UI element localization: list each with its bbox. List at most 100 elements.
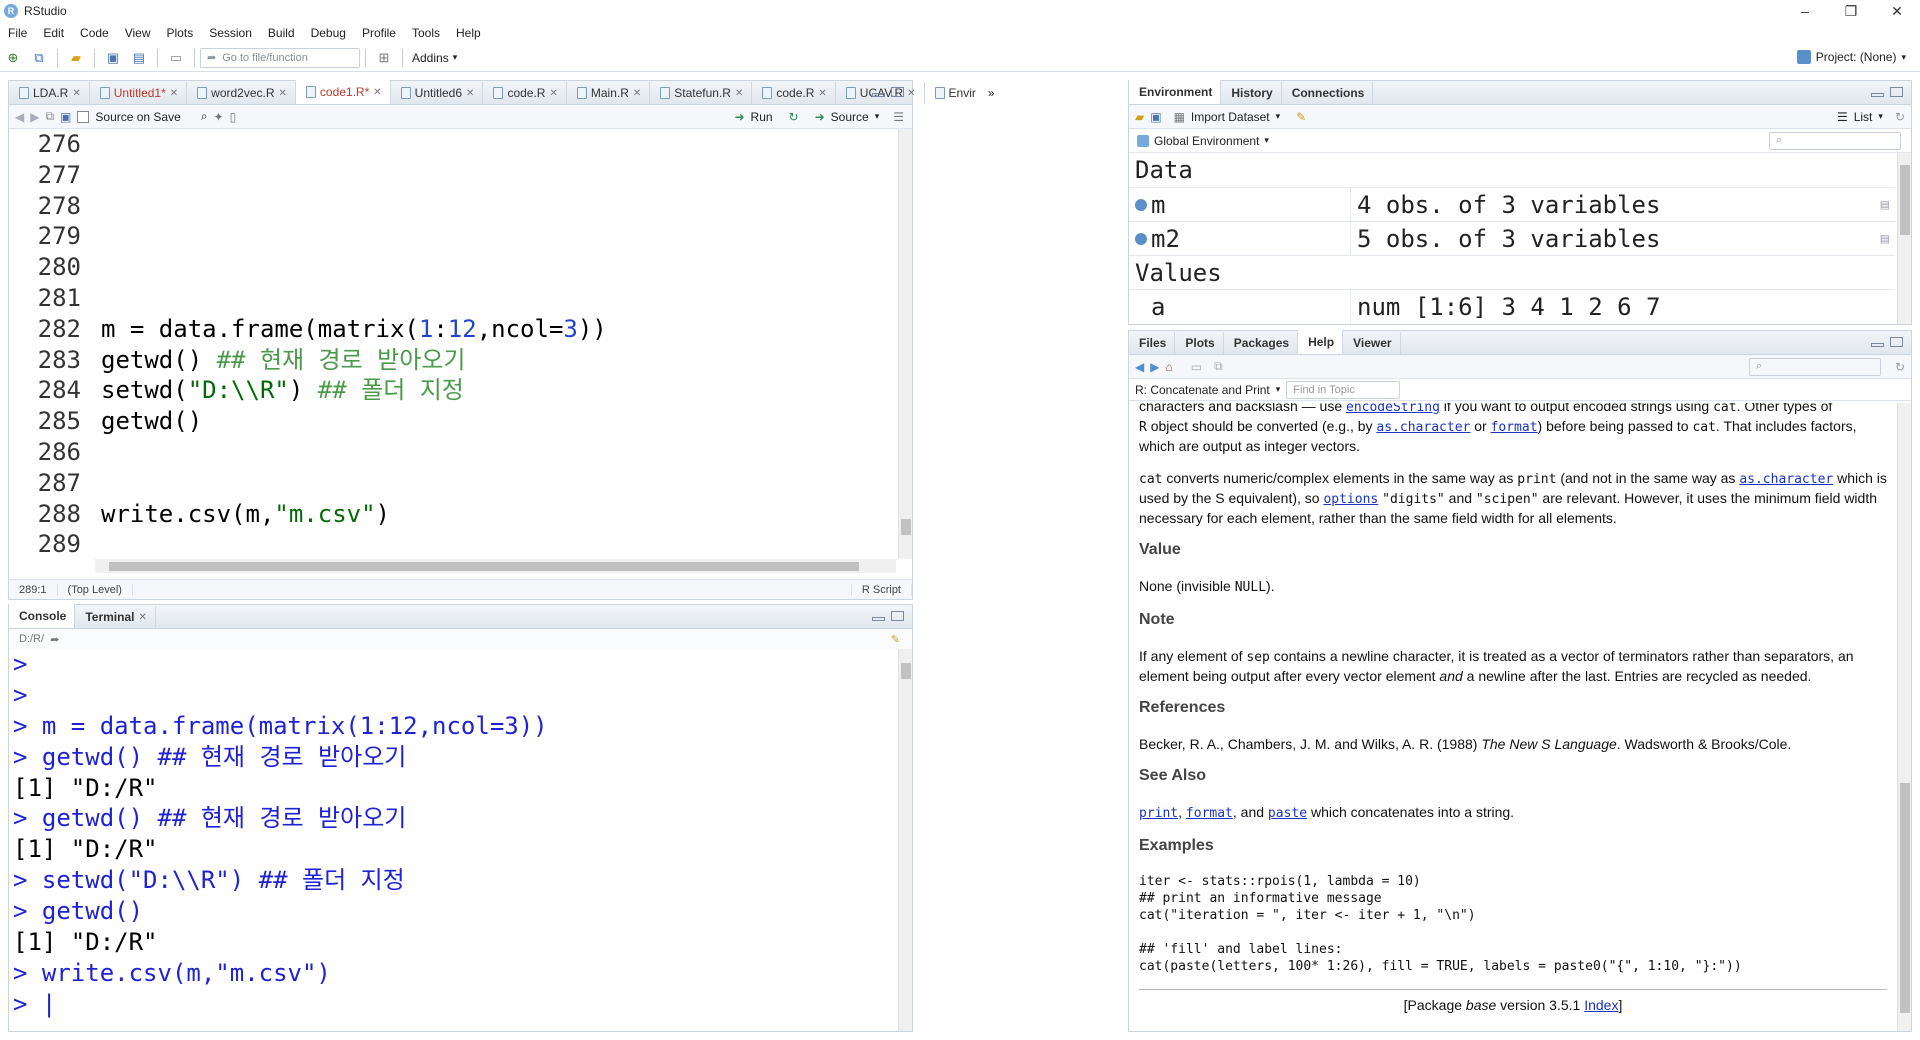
more-tabs-icon[interactable]: » bbox=[984, 86, 995, 100]
outline-icon[interactable]: ☰ bbox=[893, 110, 904, 124]
run-button[interactable]: Run bbox=[751, 110, 773, 124]
tab-help[interactable]: Help bbox=[1298, 330, 1344, 354]
close-icon[interactable]: ✕ bbox=[735, 88, 743, 99]
maximize-pane-icon[interactable] bbox=[1890, 337, 1903, 347]
close-icon[interactable]: ✕ bbox=[466, 88, 474, 99]
tab-terminal[interactable]: Terminal ✕ bbox=[75, 606, 156, 628]
broom-icon[interactable]: ✎ bbox=[1296, 110, 1306, 124]
expand-icon[interactable] bbox=[1135, 198, 1147, 211]
menu-view[interactable]: View bbox=[117, 26, 159, 40]
menu-profile[interactable]: Profile bbox=[354, 26, 404, 40]
environment-vertical-scrollbar[interactable] bbox=[1897, 153, 1911, 324]
tab-connections[interactable]: Connections bbox=[1282, 82, 1374, 104]
close-icon[interactable]: ✕ bbox=[72, 88, 80, 99]
menu-tools[interactable]: Tools bbox=[404, 26, 448, 40]
save-workspace-icon[interactable]: ▣ bbox=[1150, 110, 1161, 124]
source-on-save-checkbox[interactable] bbox=[77, 110, 90, 123]
refresh-icon[interactable]: ↻ bbox=[1895, 360, 1905, 374]
editor-horizontal-scrollbar[interactable] bbox=[95, 559, 896, 573]
list-view-selector[interactable]: List bbox=[1854, 110, 1873, 124]
goto-directory-icon[interactable]: ➦ bbox=[50, 633, 59, 646]
menu-build[interactable]: Build bbox=[260, 26, 303, 40]
grid-layout-icon[interactable]: ⊞ bbox=[373, 48, 395, 68]
environment-scope-selector[interactable]: Global Environment bbox=[1154, 134, 1259, 148]
console-prompt[interactable]: > | bbox=[13, 989, 894, 1020]
view-table-icon[interactable]: ▤ bbox=[1881, 222, 1895, 255]
goto-file-input[interactable]: ➦ Go to file/function bbox=[200, 47, 360, 68]
clear-console-icon[interactable]: ✎ bbox=[891, 633, 912, 646]
help-link[interactable]: format bbox=[1186, 806, 1233, 821]
tab-code1[interactable]: code1.R* ✕ bbox=[295, 80, 391, 104]
compile-report-icon[interactable]: ▯ bbox=[230, 110, 237, 124]
code-editor[interactable]: m = data.frame(matrix(1:12,ncol=3)) getw… bbox=[101, 129, 896, 559]
help-topic-selector[interactable]: R: Concatenate and Print bbox=[1135, 383, 1270, 397]
tab-files[interactable]: Files bbox=[1129, 332, 1176, 354]
list-item[interactable]: m2 5 obs. of 3 variables ▤ bbox=[1129, 221, 1895, 255]
file-type-selector[interactable]: R Script bbox=[850, 583, 912, 596]
index-link[interactable]: Index bbox=[1584, 997, 1618, 1013]
new-file-icon[interactable]: ⊕ bbox=[2, 48, 24, 68]
minimize-pane-icon[interactable] bbox=[872, 617, 885, 621]
tab-plots[interactable]: Plots bbox=[1175, 332, 1224, 354]
maximize-pane-icon[interactable] bbox=[891, 611, 904, 621]
tab-viewer[interactable]: Viewer bbox=[1343, 332, 1401, 354]
tab-untitled6[interactable]: Untitled6 ✕ bbox=[391, 82, 484, 104]
close-icon[interactable]: ✕ bbox=[818, 88, 826, 99]
tab-packages[interactable]: Packages bbox=[1224, 332, 1299, 354]
find-in-topic-input[interactable]: Find in Topic bbox=[1286, 380, 1401, 399]
tab-history[interactable]: History bbox=[1221, 82, 1282, 104]
tab-environment[interactable]: Environment bbox=[1129, 80, 1222, 104]
view-table-icon[interactable]: ▤ bbox=[1881, 188, 1895, 221]
tab-untitled1[interactable]: Untitled1* ✕ bbox=[90, 82, 188, 104]
help-link[interactable]: as.character bbox=[1376, 420, 1470, 435]
minimize-pane-icon[interactable] bbox=[1871, 93, 1884, 97]
console-vertical-scrollbar[interactable] bbox=[898, 649, 912, 1031]
scope-selector[interactable]: (Top Level) bbox=[58, 583, 133, 596]
forward-arrow-icon[interactable]: ▶ bbox=[30, 110, 39, 124]
menu-help[interactable]: Help bbox=[448, 26, 489, 40]
forward-arrow-icon[interactable]: ▶ bbox=[1150, 360, 1159, 374]
save-icon[interactable]: ▣ bbox=[60, 110, 71, 124]
tab-code[interactable]: code.R ✕ bbox=[483, 82, 567, 104]
print-icon[interactable]: ▭ bbox=[1191, 360, 1202, 374]
tab-envir[interactable]: Envir bbox=[925, 82, 984, 104]
addins-menu[interactable]: Addins bbox=[408, 51, 453, 65]
help-link[interactable]: as.character bbox=[1739, 472, 1833, 487]
back-arrow-icon[interactable]: ◀ bbox=[1135, 360, 1144, 374]
show-in-window-icon[interactable]: ⧉ bbox=[1214, 359, 1223, 374]
help-vertical-scrollbar[interactable] bbox=[1897, 403, 1911, 1031]
help-link[interactable]: format bbox=[1491, 420, 1538, 435]
tab-statefun[interactable]: Statefun.R ✕ bbox=[650, 82, 753, 104]
tab-lda[interactable]: LDA.R ✕ bbox=[9, 82, 90, 104]
load-workspace-icon[interactable]: ▰ bbox=[1135, 110, 1144, 124]
code-tools-icon[interactable]: ✦ bbox=[214, 110, 224, 124]
menu-plots[interactable]: Plots bbox=[159, 26, 202, 40]
save-icon[interactable]: ▣ bbox=[102, 48, 124, 68]
minimize-pane-icon[interactable] bbox=[1871, 343, 1884, 347]
minimize-button[interactable]: – bbox=[1782, 0, 1828, 22]
source-button[interactable]: Source bbox=[831, 110, 869, 124]
minimize-pane-icon[interactable] bbox=[872, 93, 885, 97]
project-menu[interactable]: Project: (None) ▾ bbox=[1796, 50, 1906, 64]
rerun-icon[interactable]: ↻ bbox=[789, 110, 799, 124]
menu-file[interactable]: File bbox=[0, 26, 35, 40]
editor-vertical-scrollbar[interactable] bbox=[898, 129, 912, 559]
import-dataset-button[interactable]: Import Dataset bbox=[1191, 110, 1270, 124]
maximize-pane-icon[interactable] bbox=[1890, 87, 1903, 97]
tab-main[interactable]: Main.R ✕ bbox=[567, 82, 651, 104]
list-item[interactable]: a num [1:6] 3 4 1 2 6 7 bbox=[1129, 289, 1895, 323]
menu-session[interactable]: Session bbox=[201, 26, 260, 40]
show-in-window-icon[interactable]: ⧉ bbox=[45, 109, 54, 124]
list-item[interactable]: m 4 obs. of 3 variables ▤ bbox=[1129, 187, 1895, 221]
environment-search-input[interactable]: ⌕ bbox=[1769, 131, 1901, 150]
help-link[interactable]: options bbox=[1323, 492, 1378, 507]
console-output[interactable]: > > > m = data.frame(matrix(1:12,ncol=3)… bbox=[13, 649, 894, 1031]
close-icon[interactable]: ✕ bbox=[907, 88, 915, 99]
menu-edit[interactable]: Edit bbox=[35, 26, 72, 40]
close-icon[interactable]: ✕ bbox=[279, 88, 287, 99]
help-link[interactable]: encodeString bbox=[1346, 403, 1440, 415]
tab-word2vec[interactable]: word2vec.R ✕ bbox=[187, 82, 296, 104]
print-icon[interactable]: ▭ bbox=[165, 48, 187, 68]
save-all-icon[interactable]: ▤ bbox=[128, 48, 150, 68]
close-icon[interactable]: ✕ bbox=[138, 612, 146, 623]
